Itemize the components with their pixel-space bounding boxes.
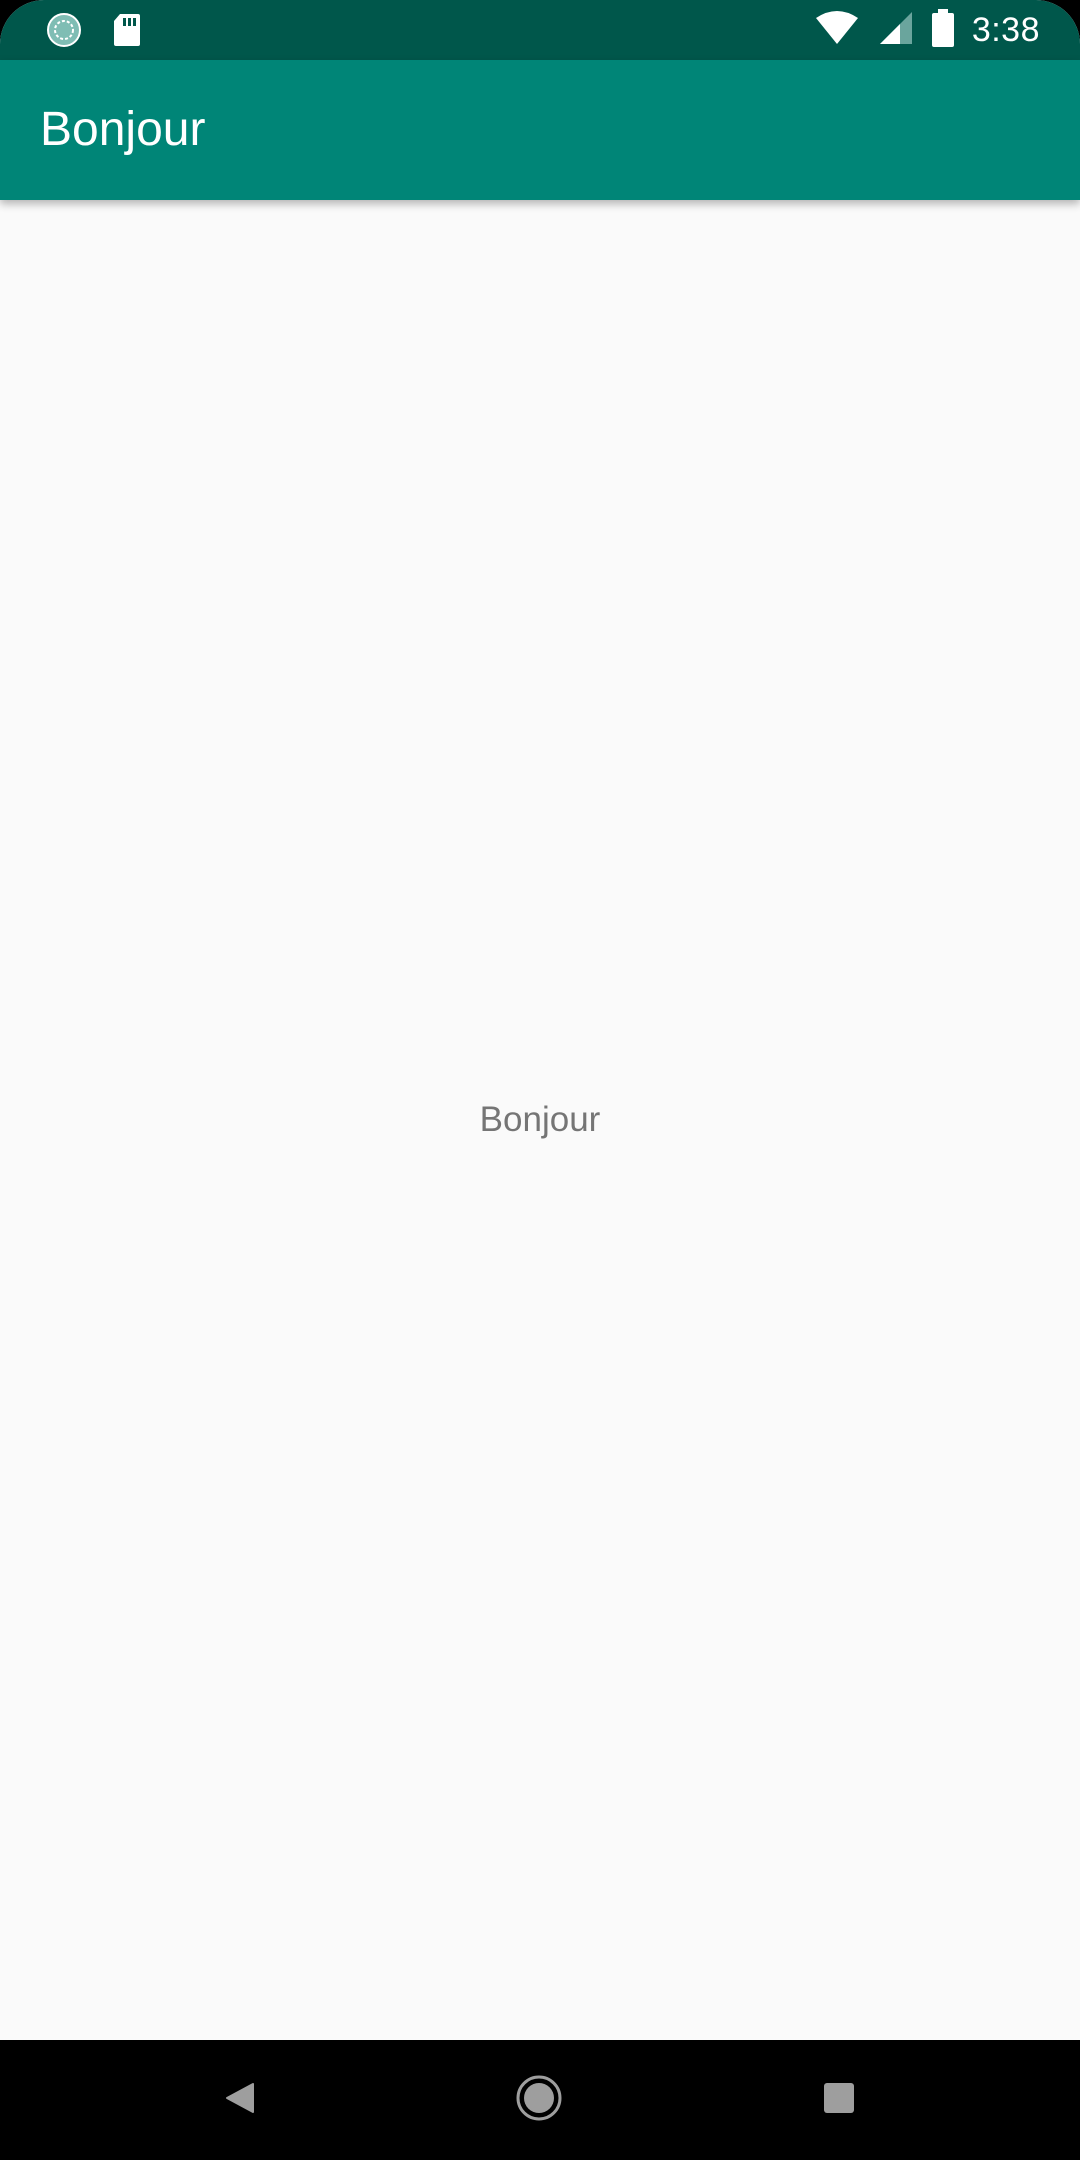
status-right: 3:38 bbox=[814, 8, 1040, 52]
wifi-icon bbox=[814, 10, 860, 51]
status-clock: 3:38 bbox=[971, 10, 1040, 49]
sd-card-icon bbox=[112, 12, 142, 53]
cell-signal-icon bbox=[878, 10, 914, 51]
battery-icon bbox=[931, 8, 954, 52]
recents-icon bbox=[822, 2081, 856, 2120]
app-screen: 3:38 Bonjour Bonjour bbox=[0, 0, 1080, 2160]
status-left bbox=[46, 12, 142, 53]
greeting-text: Bonjour bbox=[479, 1100, 601, 1139]
main-content: Bonjour bbox=[0, 200, 1080, 2040]
home-icon bbox=[514, 2073, 564, 2128]
status-bar: 3:38 bbox=[0, 0, 1080, 60]
page-title: Bonjour bbox=[40, 103, 206, 156]
navigation-bar bbox=[0, 2040, 1080, 2160]
back-button[interactable] bbox=[210, 2070, 270, 2130]
back-icon bbox=[223, 2081, 257, 2120]
app-toolbar: Bonjour bbox=[0, 60, 1080, 200]
sync-icon bbox=[46, 12, 82, 53]
recents-button[interactable] bbox=[809, 2070, 869, 2130]
home-button[interactable] bbox=[509, 2070, 569, 2130]
